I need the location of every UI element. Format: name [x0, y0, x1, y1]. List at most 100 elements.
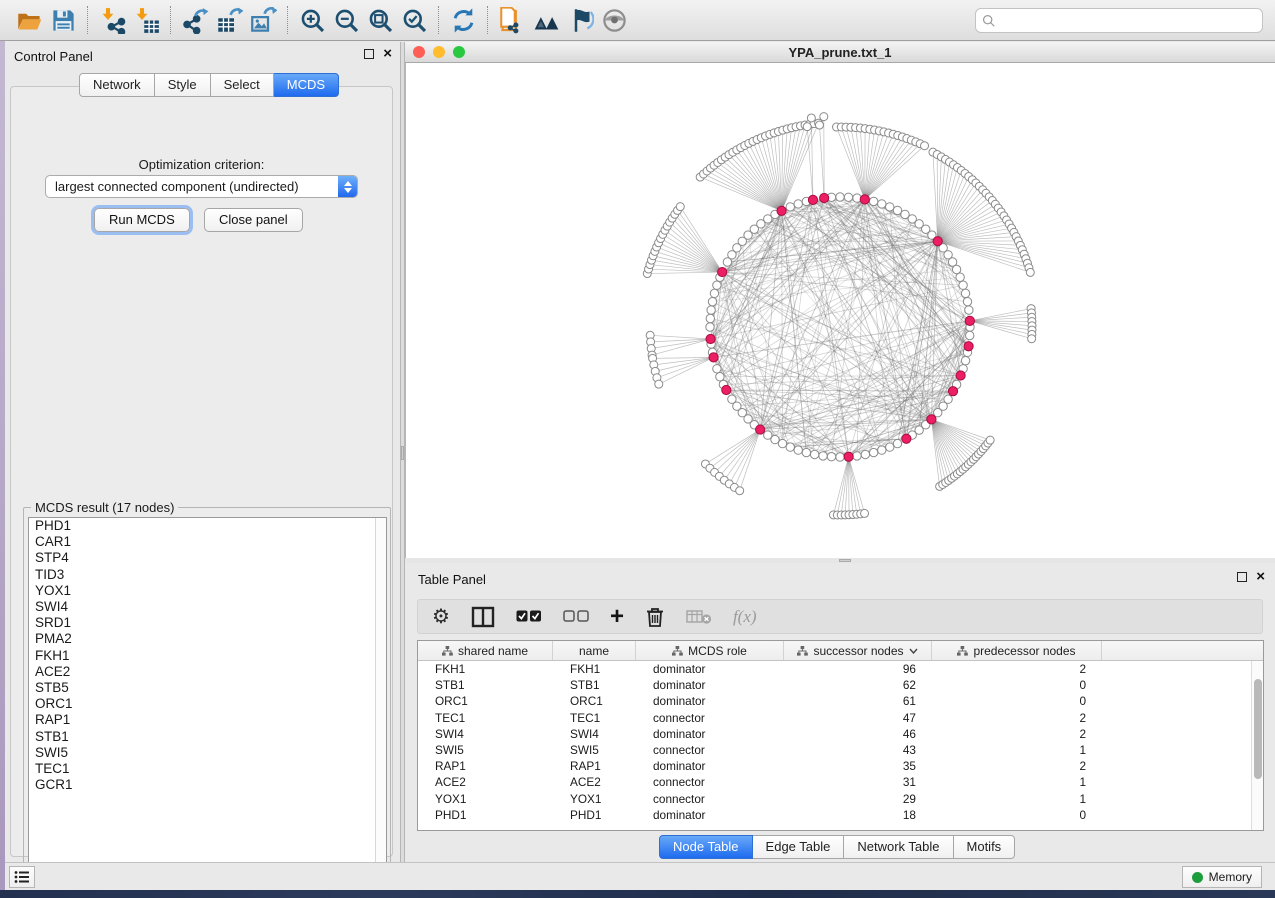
show-hide-icon[interactable]	[597, 4, 631, 36]
table-row[interactable]: SWI4SWI4dominator462	[418, 726, 1263, 742]
criterion-dropdown[interactable]: largest connected component (undirected)	[45, 175, 358, 198]
export-network-icon[interactable]	[178, 4, 212, 36]
export-table-icon[interactable]	[212, 4, 246, 36]
table-cell[interactable]: dominator	[636, 693, 784, 709]
first-neighbors-icon[interactable]	[529, 4, 563, 36]
open-session-icon[interactable]	[12, 4, 46, 36]
zoom-fit-icon[interactable]	[363, 4, 397, 36]
column-layout-icon[interactable]	[471, 604, 495, 630]
table-cell[interactable]: connector	[636, 774, 784, 790]
table-cell[interactable]: STB1	[553, 677, 636, 693]
table-cell[interactable]: ACE2	[553, 774, 636, 790]
table-cell[interactable]: RAP1	[553, 758, 636, 774]
mcds-result-item[interactable]: TEC1	[29, 761, 386, 777]
table-cell[interactable]: connector	[636, 710, 784, 726]
apply-layout-icon[interactable]	[446, 4, 480, 36]
mcds-result-item[interactable]: RAP1	[29, 712, 386, 728]
tab-edge-table[interactable]: Edge Table	[753, 835, 845, 859]
network-graph[interactable]	[406, 63, 1274, 557]
float-panel-icon[interactable]	[364, 49, 374, 59]
mcds-result-item[interactable]: SRD1	[29, 615, 386, 631]
table-cell[interactable]: RAP1	[418, 758, 553, 774]
table-cell[interactable]: dominator	[636, 807, 784, 823]
mcds-list-scrollbar[interactable]	[375, 518, 386, 874]
tab-style[interactable]: Style	[155, 73, 211, 97]
table-cell[interactable]: TEC1	[553, 710, 636, 726]
table-row[interactable]: FKH1FKH1dominator962	[418, 661, 1263, 677]
network-canvas[interactable]	[405, 63, 1275, 558]
network-window-titlebar[interactable]: YPA_prune.txt_1	[405, 42, 1275, 63]
table-cell[interactable]: ACE2	[418, 774, 553, 790]
run-mcds-button[interactable]: Run MCDS	[94, 208, 190, 232]
mcds-result-item[interactable]: STB5	[29, 680, 386, 696]
tab-motifs[interactable]: Motifs	[954, 835, 1016, 859]
table-row[interactable]: ORC1ORC1dominator610	[418, 693, 1263, 709]
table-cell[interactable]: STB1	[418, 677, 553, 693]
table-cell[interactable]: 29	[784, 791, 932, 807]
mcds-result-item[interactable]: STB1	[29, 729, 386, 745]
mcds-result-item[interactable]: STP4	[29, 550, 386, 566]
delete-column-icon[interactable]	[645, 604, 665, 630]
mcds-result-item[interactable]: GCR1	[29, 777, 386, 793]
table-row[interactable]: YOX1YOX1connector291	[418, 791, 1263, 807]
tab-network-table[interactable]: Network Table	[844, 835, 953, 859]
table-cell[interactable]: 47	[784, 710, 932, 726]
splitter-handle[interactable]	[401, 446, 404, 460]
table-cell[interactable]: 2	[932, 758, 1102, 774]
mcds-result-item[interactable]: ORC1	[29, 696, 386, 712]
mcds-result-item[interactable]: SWI4	[29, 599, 386, 615]
table-cell[interactable]: 31	[784, 774, 932, 790]
column-header-MCDS-role[interactable]: MCDS role	[636, 641, 784, 660]
table-cell[interactable]: 62	[784, 677, 932, 693]
table-row[interactable]: ACE2ACE2connector311	[418, 774, 1263, 790]
search-box[interactable]	[975, 8, 1263, 33]
table-cell[interactable]: 1	[932, 791, 1102, 807]
column-header-name[interactable]: name	[553, 641, 636, 660]
hide-graphics-details-icon[interactable]	[563, 4, 597, 36]
table-cell[interactable]: dominator	[636, 661, 784, 677]
mcds-result-item[interactable]: CAR1	[29, 534, 386, 550]
search-input[interactable]	[996, 13, 1256, 28]
table-cell[interactable]: 0	[932, 677, 1102, 693]
table-row[interactable]: SWI5SWI5connector431	[418, 742, 1263, 758]
scrollbar-thumb[interactable]	[1254, 679, 1262, 779]
table-cell[interactable]: 2	[932, 710, 1102, 726]
delete-table-icon[interactable]	[686, 604, 712, 630]
mcds-result-item[interactable]: PMA2	[29, 631, 386, 647]
table-cell[interactable]: dominator	[636, 758, 784, 774]
table-cell[interactable]: 0	[932, 807, 1102, 823]
save-session-icon[interactable]	[46, 4, 80, 36]
deselect-all-icon[interactable]	[563, 604, 589, 630]
table-cell[interactable]: 96	[784, 661, 932, 677]
table-cell[interactable]: FKH1	[418, 661, 553, 677]
table-cell[interactable]: dominator	[636, 726, 784, 742]
zoom-out-icon[interactable]	[329, 4, 363, 36]
table-cell[interactable]: 1	[932, 774, 1102, 790]
mcds-result-item[interactable]: PHD1	[29, 518, 386, 534]
tab-network[interactable]: Network	[79, 73, 155, 97]
table-cell[interactable]: FKH1	[553, 661, 636, 677]
table-cell[interactable]: connector	[636, 791, 784, 807]
mcds-result-item[interactable]: FKH1	[29, 648, 386, 664]
column-header-predecessor-nodes[interactable]: predecessor nodes	[932, 641, 1102, 660]
table-cell[interactable]: YOX1	[553, 791, 636, 807]
add-column-icon[interactable]: +	[610, 604, 624, 630]
table-cell[interactable]: 18	[784, 807, 932, 823]
table-cell[interactable]: SWI5	[418, 742, 553, 758]
table-cell[interactable]: ORC1	[553, 693, 636, 709]
table-cell[interactable]: YOX1	[418, 791, 553, 807]
table-cell[interactable]: 2	[932, 661, 1102, 677]
mcds-result-item[interactable]: TID3	[29, 567, 386, 583]
close-panel-icon[interactable]: ×	[1256, 572, 1265, 582]
splitter-handle[interactable]	[839, 559, 851, 562]
table-cell[interactable]: 0	[932, 693, 1102, 709]
select-all-icon[interactable]	[516, 604, 542, 630]
table-cell[interactable]: ORC1	[418, 693, 553, 709]
table-cell[interactable]: SWI4	[553, 726, 636, 742]
zoom-selected-icon[interactable]	[397, 4, 431, 36]
table-scrollbar[interactable]	[1251, 661, 1263, 830]
table-cell[interactable]: 43	[784, 742, 932, 758]
new-network-from-selection-icon[interactable]	[495, 4, 529, 36]
table-cell[interactable]: 61	[784, 693, 932, 709]
table-cell[interactable]: SWI4	[418, 726, 553, 742]
